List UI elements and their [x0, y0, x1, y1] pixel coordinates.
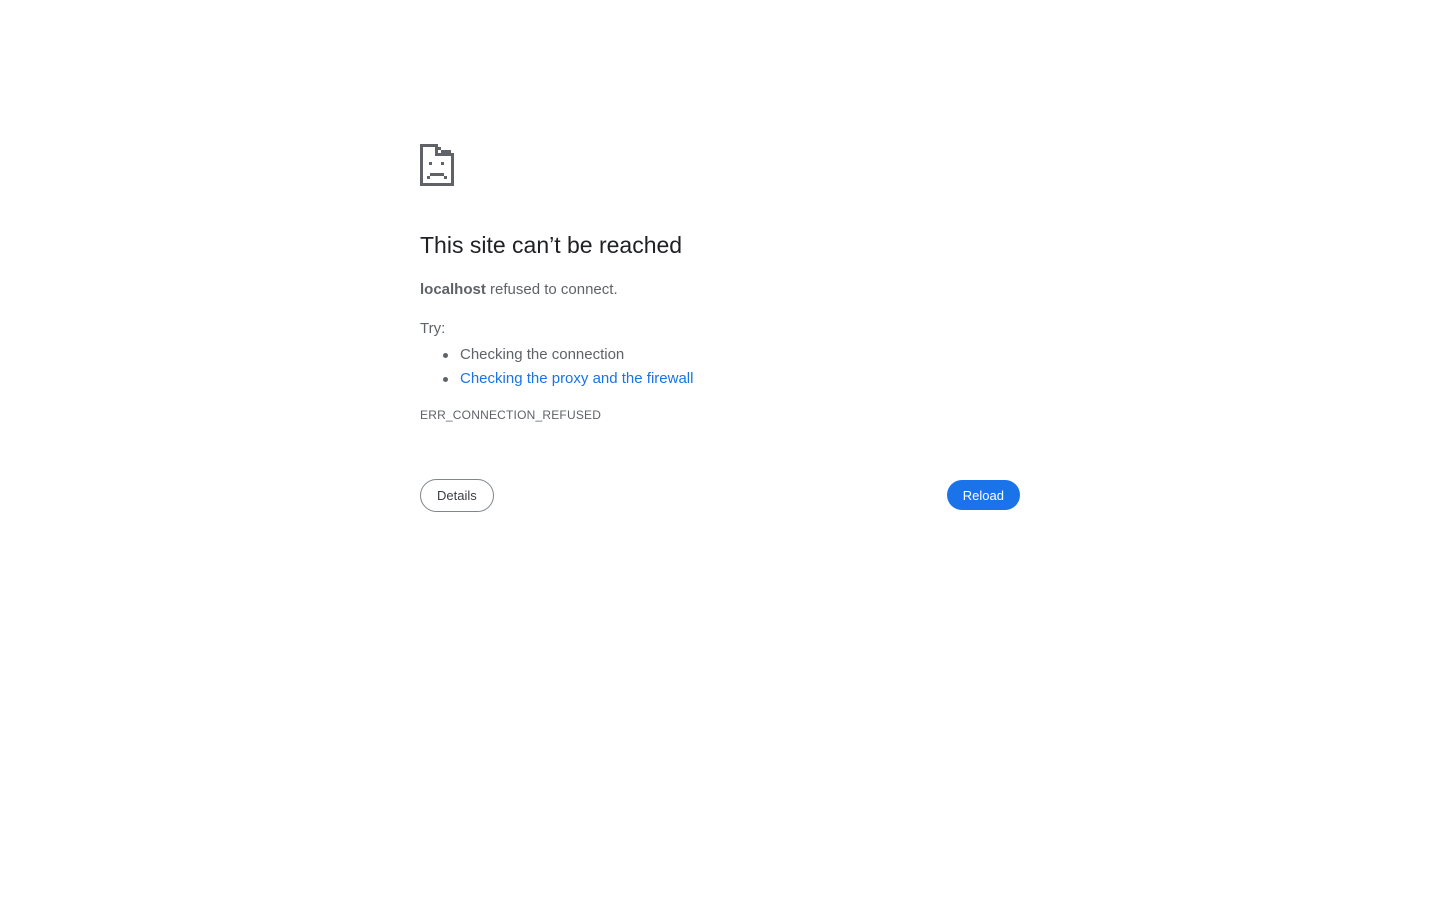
- suggestion-check-connection: Checking the connection: [460, 346, 625, 363]
- sad-document-icon: [420, 144, 1020, 186]
- reload-button[interactable]: Reload: [946, 480, 1020, 510]
- error-page: This site can’t be reached localhost ref…: [420, 144, 1020, 512]
- page-title: This site can’t be reached: [420, 232, 683, 258]
- error-summary: localhost refused to connect.: [420, 281, 618, 298]
- error-message: refused to connect.: [490, 281, 618, 298]
- list-item: Checking the proxy and the firewall: [442, 367, 693, 391]
- try-label: Try:: [420, 320, 446, 337]
- list-item: Checking the connection: [442, 343, 693, 367]
- suggestions-list: Checking the connection Checking the pro…: [420, 343, 693, 391]
- host-name: localhost: [420, 281, 486, 298]
- details-button[interactable]: Details: [420, 479, 494, 512]
- suggestion-check-proxy-link[interactable]: Checking the proxy and the firewall: [460, 370, 693, 387]
- error-code: ERR_CONNECTION_REFUSED: [420, 408, 602, 422]
